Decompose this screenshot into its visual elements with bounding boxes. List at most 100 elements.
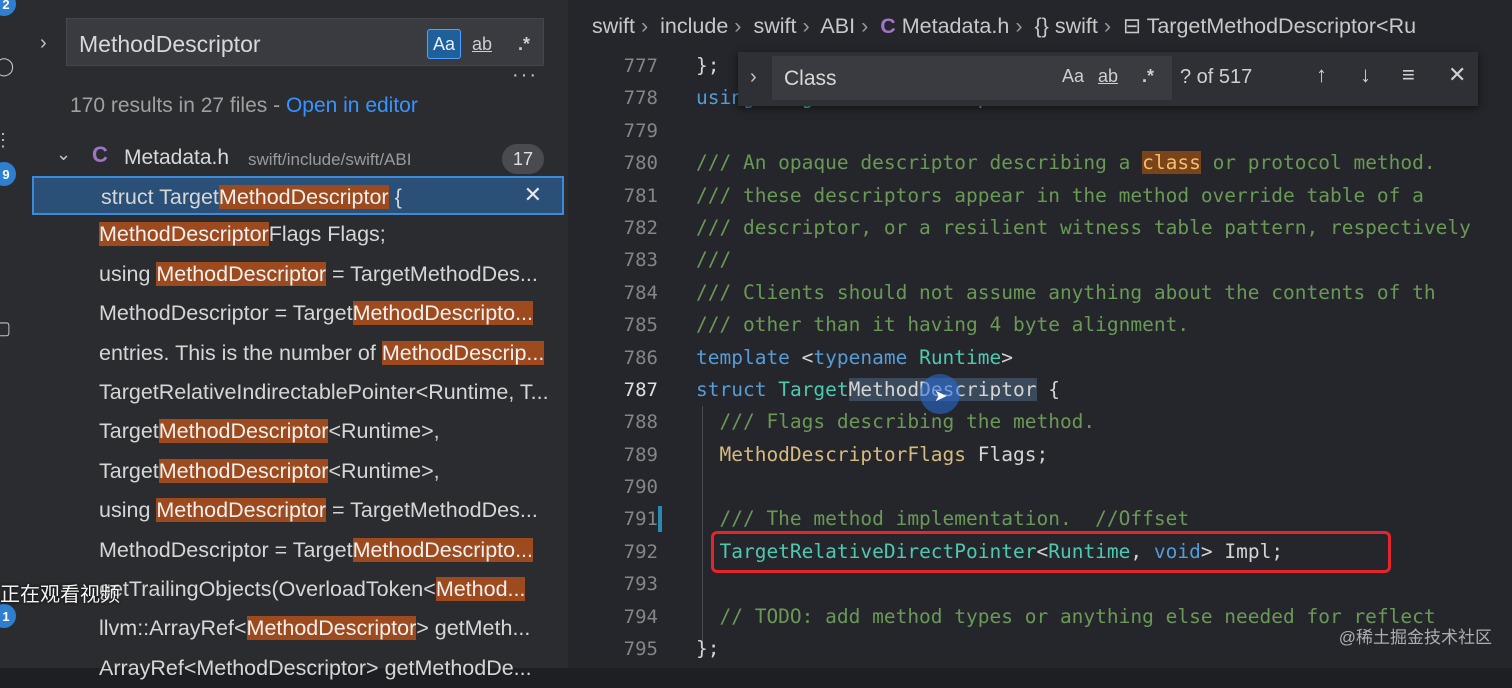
find-in-selection-icon[interactable]: ≡ — [1402, 62, 1415, 88]
breadcrumb-item[interactable]: {} swift — [1034, 14, 1097, 38]
breadcrumb-item[interactable]: include — [660, 14, 728, 38]
result-prefix: MethodDescriptor = Target — [99, 537, 353, 562]
line-number: 791 — [623, 508, 658, 531]
file-result-header[interactable]: ⌄ C Metadata.h swift/include/swift/ABI 1… — [20, 142, 568, 176]
line-number: 777 — [623, 55, 658, 77]
breadcrumb-item[interactable]: Metadata.h — [902, 14, 1010, 38]
line-number: 786 — [623, 346, 658, 369]
line-number-gutter: 777 778 779 780 781 782 783 784 785 786 787 788 789 7… — [568, 50, 658, 665]
code-line[interactable]: /// Flags describing the method. — [696, 406, 1512, 438]
result-match: MethodDescriptor — [218, 185, 389, 209]
line-number: 784 — [623, 281, 658, 304]
search-input[interactable] — [77, 29, 411, 59]
activity-badge-top: 2 — [0, 0, 16, 16]
result-suffix: Flags Flags; — [268, 222, 386, 247]
more-actions-icon[interactable]: ··· — [512, 64, 538, 87]
result-prefix: llvm::ArrayRef< — [99, 616, 247, 641]
results-summary: 170 results in 27 files - Open in editor — [70, 94, 418, 118]
dismiss-result-icon[interactable]: ✕ — [524, 182, 542, 208]
search-result-text: TargetMethodDescriptor<Runtime>, — [99, 419, 561, 444]
result-match: Method... — [435, 576, 526, 601]
source-control-icon[interactable]: ◯ — [0, 56, 14, 76]
match-case-toggle[interactable]: Aa — [427, 29, 461, 59]
regex-toggle[interactable]: .* — [1142, 66, 1154, 87]
open-in-editor-link[interactable]: Open in editor — [286, 94, 418, 117]
search-result-item[interactable]: using MethodDescriptor = TargetMethodDes… — [32, 255, 564, 294]
close-icon[interactable]: ✕ — [1448, 62, 1466, 88]
code-line[interactable]: /// — [696, 244, 1512, 276]
code-line[interactable] — [696, 115, 1512, 147]
toggle-replace-icon[interactable]: › — [750, 66, 757, 89]
search-result-item[interactable]: llvm::ArrayRef<MethodDescriptor> getMeth… — [32, 609, 564, 648]
match-case-toggle[interactable]: Aa — [1062, 66, 1084, 87]
result-prefix: Target — [99, 458, 159, 483]
find-input[interactable] — [782, 64, 1046, 94]
breadcrumb-separator: › — [641, 14, 649, 38]
code-line[interactable]: struct TargetMethodDescriptor { — [696, 374, 1512, 406]
search-result-item[interactable]: using MethodDescriptor = TargetMethodDes… — [32, 491, 564, 530]
match-whole-word-toggle[interactable]: ab — [1098, 66, 1118, 87]
chevron-right-icon[interactable]: › — [40, 32, 47, 55]
code-line[interactable]: template <typename Runtime> — [696, 342, 1512, 374]
code-line[interactable]: MethodDescriptorFlags Flags; — [696, 439, 1512, 471]
code-editor: swift › include › swift › ABI › C Metadata.h… — [568, 0, 1512, 668]
search-result-text: MethodDescriptor = TargetMethodDescripto… — [99, 301, 561, 326]
result-match: MethodDescriptor — [246, 616, 417, 641]
code-line[interactable]: /// An opaque descriptor describing a cl… — [696, 147, 1512, 179]
result-match: MethodDescrip... — [381, 340, 545, 365]
results-count-text: 170 results in 27 files - — [70, 94, 286, 117]
search-result-item[interactable]: TargetMethodDescriptor<Runtime>, — [32, 412, 564, 451]
code-line[interactable]: /// other than it having 4 byte alignmen… — [696, 309, 1512, 341]
search-result-item[interactable]: entries. This is the number of MethodDes… — [32, 334, 564, 373]
search-result-text: struct TargetMethodDescriptor { — [101, 185, 563, 210]
code-lines[interactable]: };using TargetMethodDescriptorPointer = … — [696, 50, 1512, 665]
remote-icon[interactable]: · — [0, 398, 14, 418]
c-file-icon: C — [92, 142, 108, 167]
change-marker — [658, 506, 662, 532]
search-result-item[interactable]: MethodDescriptor = TargetMethodDescripto… — [32, 294, 564, 333]
line-number: 787 — [623, 378, 658, 401]
line-number: 779 — [623, 119, 658, 142]
code-line[interactable]: /// Clients should not assume anything a… — [696, 277, 1512, 309]
breadcrumb-separator: › — [734, 14, 742, 38]
search-result-text: MethodDescriptor = TargetMethodDescripto… — [99, 537, 561, 563]
match-whole-word-toggle[interactable]: ab — [467, 29, 497, 59]
struct-icon: ⊟ — [1122, 14, 1141, 38]
code-line[interactable] — [696, 471, 1512, 503]
result-match: MethodDescripto... — [352, 301, 534, 326]
code-line[interactable]: /// descriptor, or a resilient witness t… — [696, 212, 1512, 244]
line-number: 780 — [623, 152, 658, 175]
search-result-item[interactable]: ArrayRef<MethodDescriptor> getMethodDe..… — [32, 649, 564, 688]
code-line[interactable] — [696, 568, 1512, 600]
result-prefix: TargetRelativeIndirectablePointer<Runtim… — [99, 379, 549, 404]
breadcrumb-item[interactable]: swift — [592, 14, 635, 38]
file-path: swift/include/swift/ABI — [248, 150, 412, 169]
search-result-item[interactable]: MethodDescriptorFlags Flags; — [32, 215, 564, 254]
line-number: 783 — [623, 249, 658, 272]
extensions-icon[interactable]: ▢ — [0, 318, 14, 338]
search-result-item[interactable]: TargetRelativeIndirectablePointer<Runtim… — [32, 373, 564, 412]
breadcrumb-item[interactable]: swift — [753, 14, 796, 38]
result-prefix: MethodDescriptor = Target — [99, 301, 353, 326]
search-result-text: TargetMethodDescriptor<Runtime>, — [99, 458, 561, 484]
debug-icon[interactable]: › — [0, 232, 14, 252]
search-results-list: struct TargetMethodDescriptor {✕ MethodDe… — [32, 176, 564, 688]
arrow-up-icon[interactable]: ↑ — [1316, 62, 1327, 88]
result-prefix: struct Target — [101, 185, 219, 209]
search-result-text: TargetRelativeIndirectablePointer<Runtim… — [99, 380, 561, 405]
arrow-down-icon[interactable]: ↓ — [1360, 62, 1371, 88]
search-result-item[interactable]: struct TargetMethodDescriptor {✕ — [32, 176, 564, 216]
line-number: 795 — [623, 638, 658, 661]
breadcrumb-item[interactable]: TargetMethodDescriptor<Ru — [1147, 14, 1416, 38]
breadcrumb-item[interactable]: ABI — [820, 14, 855, 38]
search-result-item[interactable]: MethodDescriptor = TargetMethodDescripto… — [32, 531, 564, 570]
regex-toggle[interactable]: .* — [509, 29, 539, 59]
search-result-text: ArrayRef<MethodDescriptor> getMethodDe..… — [99, 656, 561, 681]
search-result-item[interactable]: TargetMethodDescriptor<Runtime>, — [32, 452, 564, 491]
find-match-count: ? of 517 — [1180, 66, 1253, 88]
chevron-down-icon[interactable]: ⌄ — [56, 144, 71, 165]
result-match: MethodDescriptor — [156, 498, 327, 523]
code-line[interactable]: /// these descriptors appear in the meth… — [696, 180, 1512, 212]
run-icon[interactable]: ⋮ — [0, 130, 14, 150]
search-result-text: getTrailingObjects(OverloadToken<Method.… — [99, 576, 561, 602]
